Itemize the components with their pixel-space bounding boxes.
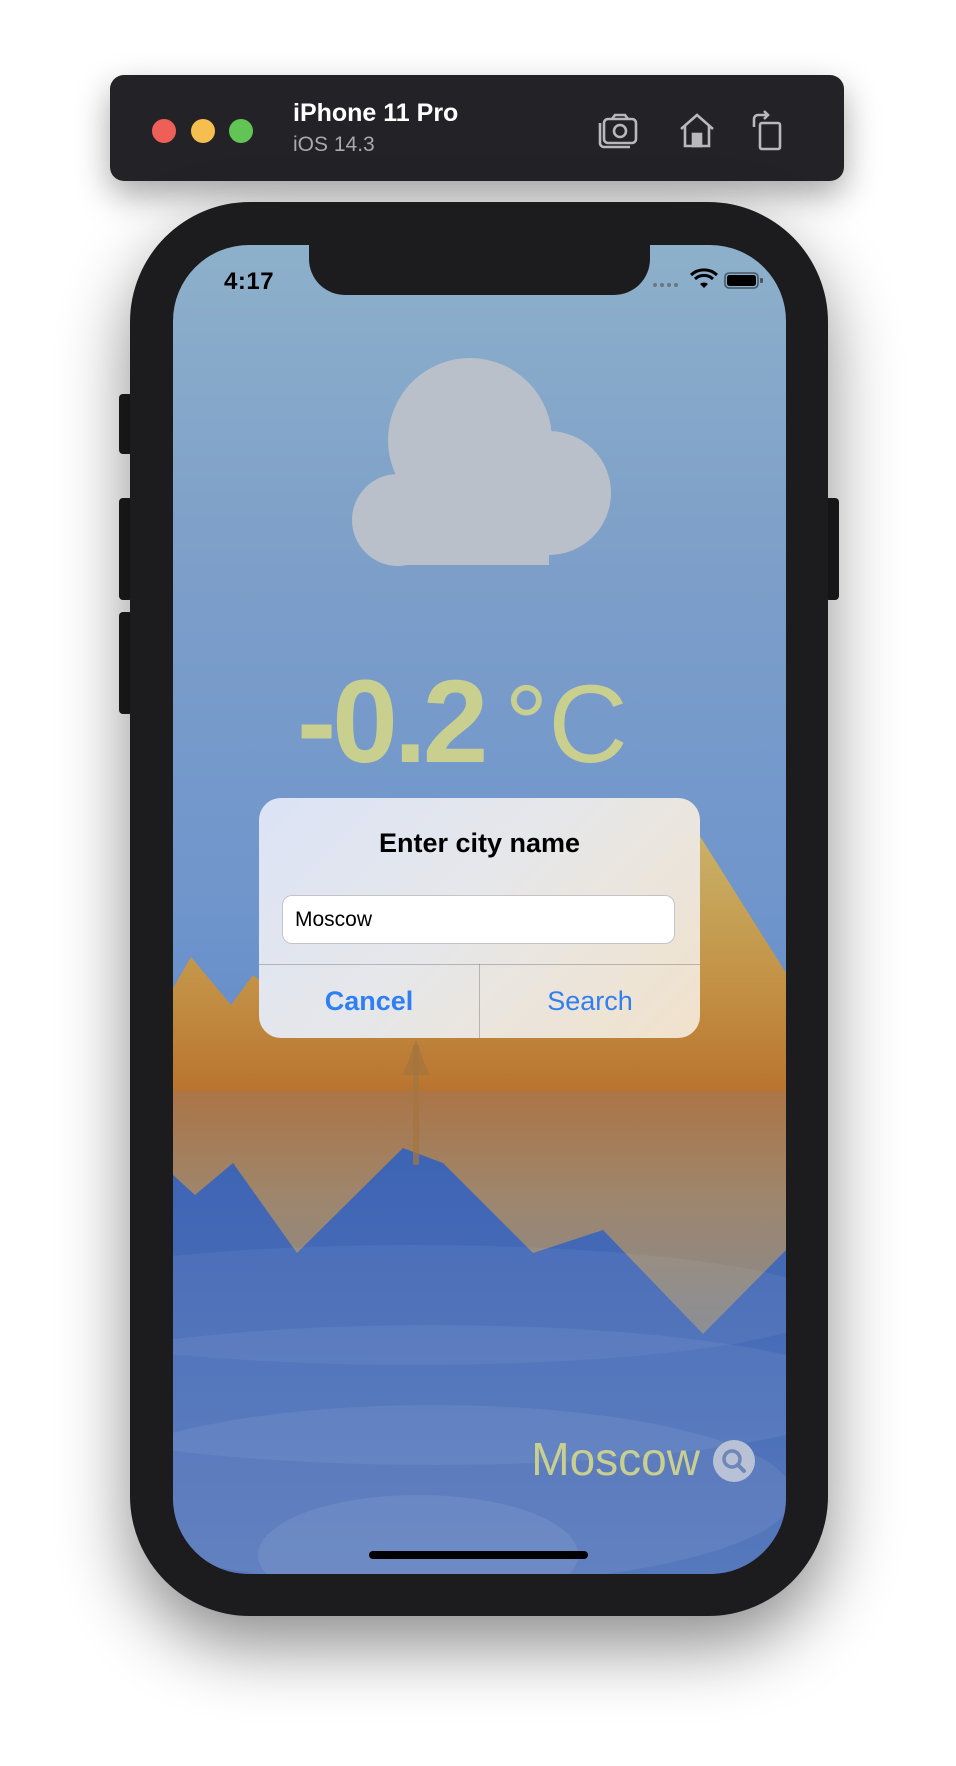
home-indicator[interactable] [369,1551,588,1559]
city-label: Moscow [531,1433,700,1485]
search-icon[interactable] [713,1440,755,1482]
home-icon[interactable] [674,107,720,153]
temperature-unit: °C [504,663,628,786]
rotate-icon[interactable] [746,107,792,153]
cellular-signal-icon [652,268,680,292]
status-icons [652,268,764,294]
os-version: iOS 14.3 [293,133,375,156]
device-notch [309,245,650,295]
alert-title: Enter city name [378,828,581,858]
cancel-button[interactable]: Cancel [259,965,479,1038]
cloud-icon [352,358,611,566]
screenshot-icon[interactable] [596,107,642,153]
temperature-display: -0.2 °C [297,662,677,785]
search-button[interactable]: Search [480,965,700,1038]
close-window-button[interactable] [152,119,176,143]
status-time: 4:17 [224,268,275,295]
device-name: iPhone 11 Pro [293,99,459,127]
city-alert-dialog: Enter city name Cancel Search [259,798,700,1038]
minimize-window-button[interactable] [191,119,215,143]
temperature-value: -0.2 [297,656,488,788]
simulator-toolbar: iPhone 11 Pro iOS 14.3 [110,75,844,181]
zoom-window-button[interactable] [229,119,253,143]
wifi-icon [689,268,719,292]
city-name-input[interactable] [282,895,675,944]
battery-icon [724,268,764,292]
